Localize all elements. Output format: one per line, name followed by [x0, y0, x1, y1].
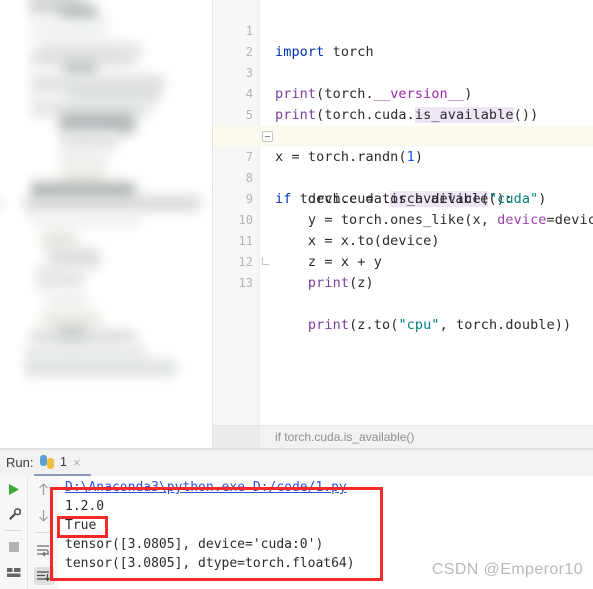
code-line-2[interactable]: 2: [213, 21, 593, 59]
stop-button[interactable]: [4, 538, 24, 556]
python-icon: [40, 455, 54, 469]
code-line-4[interactable]: 4 print(torch.cuda.is_available()): [213, 63, 593, 123]
code-line-5[interactable]: 5: [213, 84, 593, 122]
breadcrumb-gutter: [213, 426, 260, 449]
line-content: print(z.to("cpu", torch.double)): [307, 317, 572, 333]
fold-collapse-icon[interactable]: [262, 131, 273, 142]
code-editor[interactable]: 1 import torch 2 3 print(torch.__version…: [213, 0, 593, 425]
console-line-tensor-cuda: tensor([3.0805], device='cuda:0'): [65, 537, 324, 552]
code-line-1[interactable]: 1 import torch: [213, 0, 593, 60]
toolbar-divider: [5, 530, 22, 531]
breadcrumb-bar: if torch.cuda.is_available(): [213, 425, 593, 449]
run-panel-label: Run:: [6, 455, 34, 470]
run-toolbar-secondary: [27, 476, 59, 589]
code-lines: 1 import torch 2 3 print(torch.__version…: [213, 0, 593, 425]
scroll-up-button[interactable]: [34, 480, 54, 498]
code-editor-clip: 1 import torch 2 3 print(torch.__version…: [213, 0, 593, 425]
project-tree-panel-blurred[interactable]: [0, 0, 213, 448]
code-line-3[interactable]: 3 print(torch.__version__): [213, 42, 593, 102]
scroll-to-end-button[interactable]: [33, 567, 54, 585]
editor-area: 1 import torch 2 3 print(torch.__version…: [0, 0, 593, 449]
run-button[interactable]: [4, 480, 24, 498]
run-tab-1[interactable]: 1 ×: [34, 450, 91, 476]
line-content: print(z): [307, 275, 374, 291]
console-line-version: 1.2.0: [65, 499, 105, 514]
soft-wrap-button[interactable]: [34, 541, 54, 559]
run-tab-bar: Run: 1 ×: [0, 450, 593, 476]
fold-end-icon[interactable]: [262, 257, 269, 265]
code-line-6[interactable]: 6 x = torch.randn(1): [213, 105, 593, 165]
code-line-7[interactable]: 7 if torch.cuda.is_available():: [213, 126, 593, 207]
debug-wrench-button[interactable]: [4, 505, 24, 523]
code-line-10[interactable]: 10 x = x.to(device): [213, 189, 593, 249]
scroll-down-button[interactable]: [34, 506, 54, 524]
run-toolbar-primary: [0, 476, 27, 589]
run-tab-label: 1: [60, 455, 67, 469]
code-line-13[interactable]: 13 print(z.to("cpu", torch.double)): [213, 252, 593, 333]
code-line-12[interactable]: 12 print(z): [213, 231, 593, 291]
breadcrumb[interactable]: if torch.cuda.is_available(): [275, 426, 414, 449]
close-icon[interactable]: ×: [73, 455, 81, 470]
pycharm-window: 1 import torch 2 3 print(torch.__version…: [0, 0, 593, 589]
code-line-8[interactable]: 8 device = torch.device("cuda"): [213, 147, 593, 207]
console-line-cuda-available: True: [65, 518, 97, 533]
toolbar-divider-2: [35, 532, 52, 533]
line-number: 13: [238, 276, 253, 290]
layout-button[interactable]: [4, 563, 24, 581]
watermark: CSDN @Emperor10: [431, 561, 583, 578]
code-line-11[interactable]: 11 z = x + y: [213, 210, 593, 270]
console-command-link[interactable]: D:\Anaconda3\python.exe D:/code/1.py: [65, 478, 593, 497]
code-line-9[interactable]: 9 y = torch.ones_like(x, device=device): [213, 168, 593, 228]
